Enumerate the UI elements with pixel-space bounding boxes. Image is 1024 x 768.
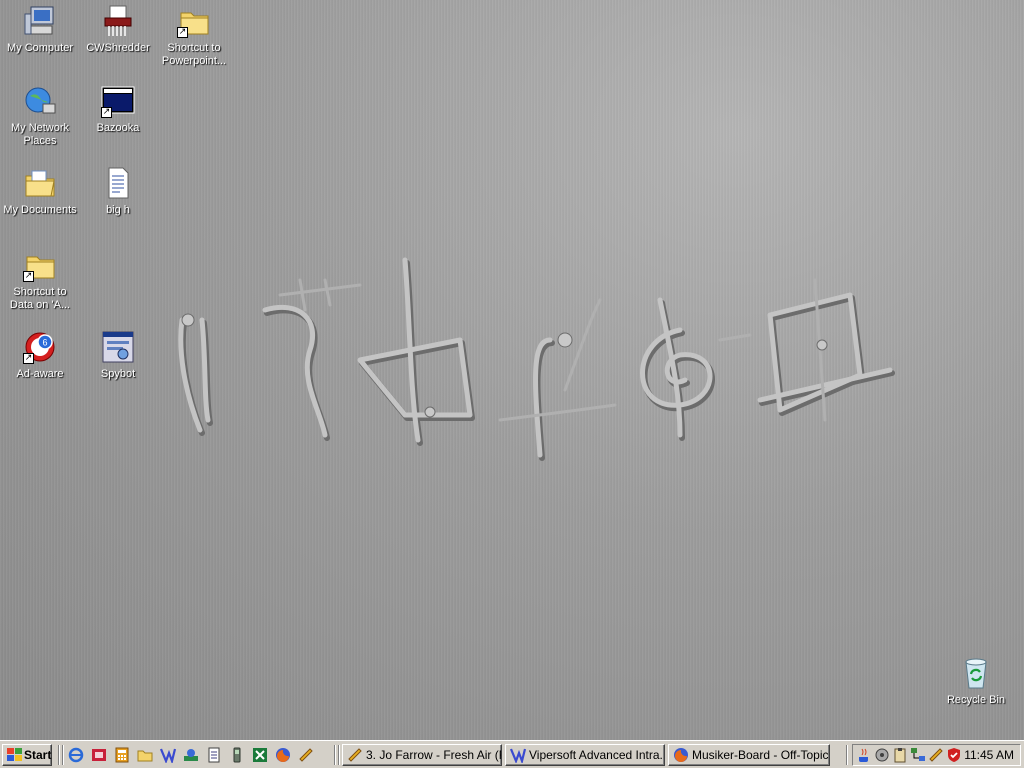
task-button-vipersoft[interactable]: Vipersoft Advanced Intra... [505,744,665,766]
phone-icon[interactable] [229,747,245,763]
taskbar-clock[interactable]: 11:45 AM [964,745,1014,765]
start-label: Start [24,748,52,762]
windows-logo-icon [7,748,22,762]
desktop-icon-label: My Computer [6,42,74,54]
taskbar-separator [334,745,336,765]
task-button-label: Vipersoft Advanced Intra... [529,748,665,762]
folder-shortcut-icon: ↗ [23,248,57,282]
shortcut-arrow-icon: ↗ [23,271,34,282]
task-button-winamp[interactable]: 3. Jo Farrow - Fresh Air (R... [342,744,502,766]
svg-text:6: 6 [42,338,47,348]
desktop-icon-label: Shortcut to Powerpoint... [161,42,227,67]
network-icon[interactable] [910,747,926,763]
desktop-icon-label: big h [106,204,130,216]
calculator-icon[interactable] [114,747,130,763]
shortcut-arrow-icon: ↗ [23,353,34,364]
speaker-icon[interactable] [874,747,890,763]
my-computer-icon [23,4,57,38]
internet-explorer-icon[interactable] [68,747,84,763]
taskbar-separator [58,745,60,765]
taskbar: Start 3. Jo Farrow - Fresh Air (Viperso… [0,740,1024,768]
taskbar-separator [846,745,848,765]
shredder-icon [101,4,135,38]
desktop-icon-ad-aware[interactable]: 6 ↗ Ad-aware [1,330,79,381]
desktop-icon-label: Recycle Bin [946,694,1006,706]
recycle-bin-icon [959,656,993,690]
task-button-label: Musiker-Board - Off-Topic... [692,748,830,762]
task-button-label: 3. Jo Farrow - Fresh Air (R... [366,748,501,762]
network-tool-icon[interactable] [183,747,199,763]
desktop-icon-label: Spybot [100,368,136,380]
vipersoft-icon [510,747,526,763]
desktop-icon-recycle-bin[interactable]: Recycle Bin [937,656,1015,707]
ad-aware-icon: 6 ↗ [23,330,57,364]
task-button-firefox[interactable]: Musiker-Board - Off-Topic... [668,744,830,766]
desktop-icon-my-computer[interactable]: My Computer [1,4,79,55]
desktop-icon-label: My Documents [3,204,77,216]
desktop-icon-label: CWShredder [86,42,150,54]
antivirus-shield-icon[interactable] [946,747,962,763]
outlook-icon[interactable] [91,747,107,763]
desktop[interactable]: My Computer CWShredder ↗ Shortcut to Pow… [0,0,1024,740]
desktop-icon-big-h[interactable]: big h [79,166,157,217]
text-document-icon [101,166,135,200]
desktop-icon-spybot[interactable]: Spybot [79,330,157,381]
clipboard-icon[interactable] [892,747,908,763]
spybot-icon [101,330,135,364]
excel-icon[interactable] [252,747,268,763]
firefox-icon [673,747,689,763]
winamp-icon[interactable] [928,747,944,763]
desktop-icon-shortcut-powerpoint[interactable]: ↗ Shortcut to Powerpoint... [155,4,233,68]
explorer-folder-icon[interactable] [137,747,153,763]
notepad-icon[interactable] [206,747,222,763]
desktop-icon-cwshredder[interactable]: CWShredder [79,4,157,55]
firefox-icon[interactable] [275,747,291,763]
desktop-icon-label: Bazooka [96,122,140,134]
winamp-icon[interactable] [298,747,314,763]
desktop-icon-label: My Network Places [10,122,70,147]
desktop-icon-my-documents[interactable]: My Documents [1,166,79,217]
my-documents-icon [23,166,57,200]
system-tray: 11:45 AM [852,744,1021,766]
start-button[interactable]: Start [2,744,52,766]
desktop-icon-label: Shortcut to Data on 'A... [9,286,71,311]
taskbar-separator [338,745,340,765]
taskbar-separator [62,745,64,765]
desktop-icon-bazooka[interactable]: ↗ Bazooka [79,84,157,135]
java-icon[interactable] [856,747,872,763]
desktop-icon-my-network-places[interactable]: My Network Places [1,84,79,148]
desktop-icon-shortcut-data[interactable]: ↗ Shortcut to Data on 'A... [1,248,79,312]
shortcut-arrow-icon: ↗ [177,27,188,38]
network-places-icon [23,84,57,118]
desktop-icon-label: Ad-aware [16,368,64,380]
winamp-icon [347,747,363,763]
vipersoft-icon[interactable] [160,747,176,763]
wallpaper-artwork [178,257,895,461]
folder-shortcut-icon: ↗ [177,4,211,38]
bazooka-icon: ↗ [101,84,135,118]
shortcut-arrow-icon: ↗ [101,107,112,118]
